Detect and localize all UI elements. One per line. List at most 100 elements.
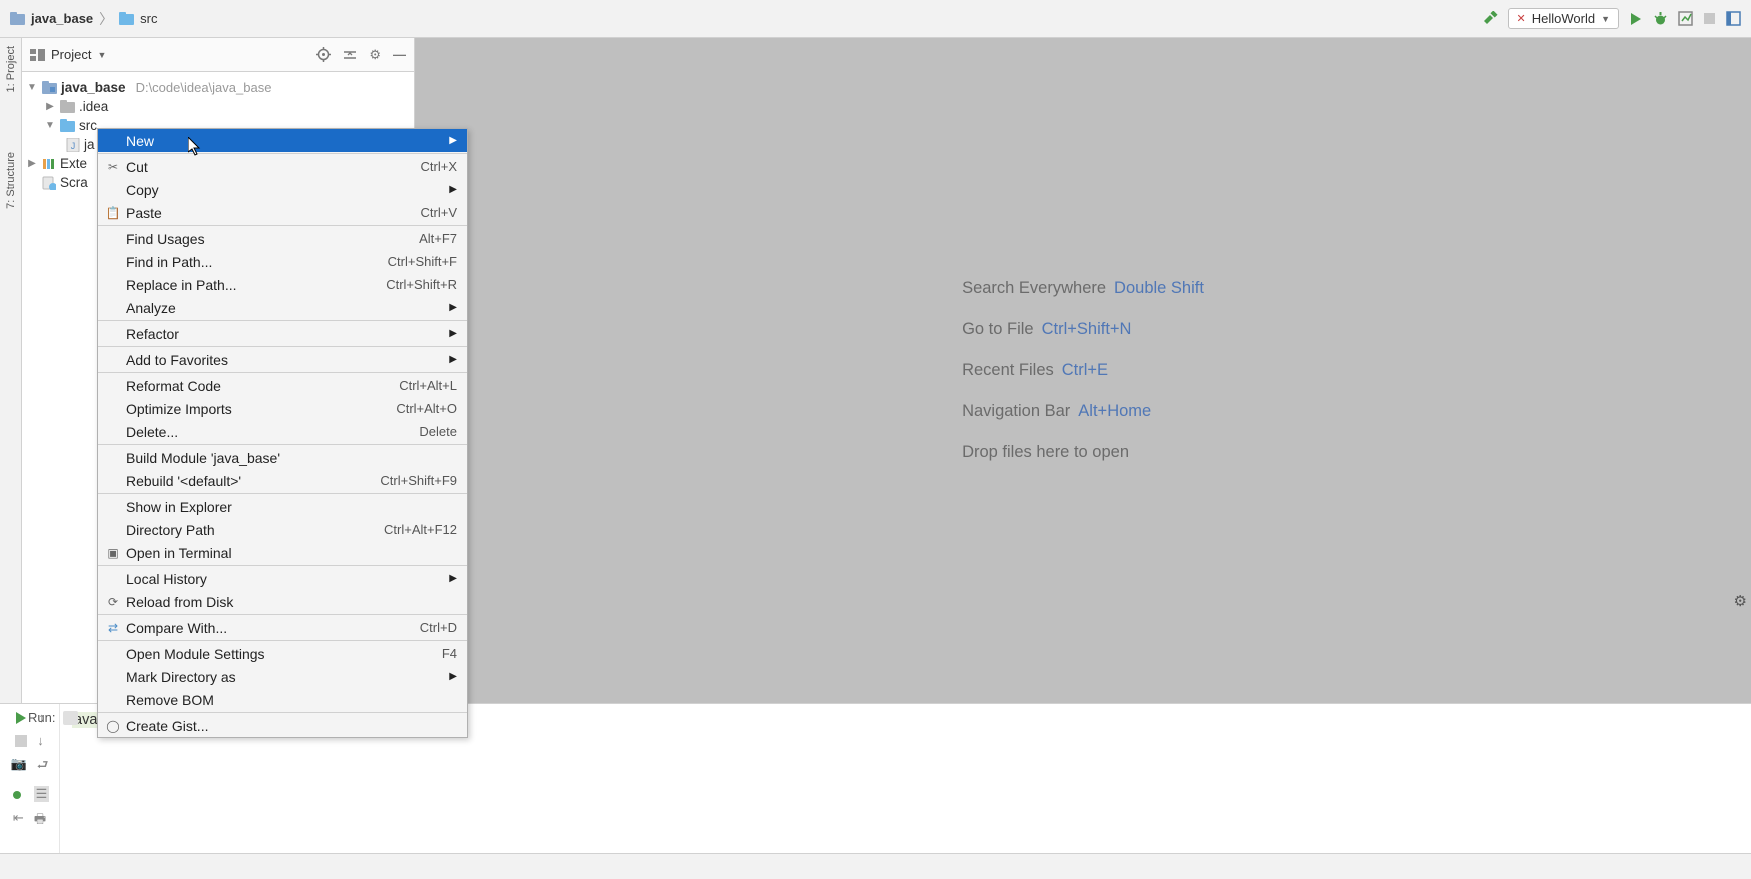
menu-label: Optimize Imports	[126, 401, 396, 417]
menu-label: Delete...	[126, 424, 419, 440]
menu-refactor[interactable]: Refactor▶	[98, 322, 467, 345]
menu-label: Directory Path	[126, 522, 384, 538]
run-tool-label: Run:	[28, 710, 55, 725]
chevron-right-icon: ▶	[449, 135, 457, 146]
collapse-icon[interactable]	[343, 47, 357, 63]
menu-reload-disk[interactable]: ⟳Reload from Disk	[98, 590, 467, 613]
tree-idea-folder[interactable]: ▶ .idea	[26, 97, 410, 116]
menu-find-in-path[interactable]: Find in Path...Ctrl+Shift+F	[98, 250, 467, 273]
chevron-right-icon: ▶	[26, 158, 38, 169]
menu-new[interactable]: New ▶	[98, 129, 467, 152]
breadcrumb-root[interactable]: java_base	[31, 11, 93, 26]
structure-tab[interactable]: 7: Structure	[5, 152, 17, 209]
menu-shortcut: Ctrl+Alt+O	[396, 401, 457, 416]
tree-label: src	[79, 118, 97, 133]
menu-shortcut: Ctrl+Shift+F9	[380, 473, 457, 488]
tip-label: Recent Files	[962, 361, 1054, 380]
menu-reformat[interactable]: Reformat CodeCtrl+Alt+L	[98, 374, 467, 397]
menu-separator	[98, 493, 467, 494]
chevron-right-icon: ▶	[449, 184, 457, 195]
run-tool-header[interactable]: Run:	[28, 710, 78, 725]
menu-optimize-imports[interactable]: Optimize ImportsCtrl+Alt+O	[98, 397, 467, 420]
close-x-icon: ✕	[1517, 12, 1526, 25]
menu-label: Paste	[126, 205, 421, 221]
print-icon[interactable]: 🖶	[34, 810, 46, 832]
project-tab[interactable]: 1: Project	[5, 46, 17, 92]
menu-add-favorites[interactable]: Add to Favorites▶	[98, 348, 467, 371]
run-config-icon	[63, 711, 78, 725]
menu-label: New	[126, 133, 441, 149]
menu-build-module[interactable]: Build Module 'java_base'	[98, 446, 467, 469]
menu-create-gist[interactable]: ◯Create Gist...	[98, 714, 467, 737]
hide-icon[interactable]: —	[393, 47, 406, 63]
down-icon[interactable]: ↓	[37, 733, 44, 748]
menu-compare-with[interactable]: ⇄ Compare With...Ctrl+D	[98, 616, 467, 639]
menu-paste[interactable]: 📋PasteCtrl+V	[98, 201, 467, 224]
project-panel-title[interactable]: Project	[51, 47, 91, 62]
menu-cut[interactable]: ✂CutCtrl+X	[98, 155, 467, 178]
menu-find-usages[interactable]: Find UsagesAlt+F7	[98, 227, 467, 250]
hammer-icon[interactable]	[1482, 11, 1498, 27]
menu-separator	[98, 614, 467, 615]
menu-label: Replace in Path...	[126, 277, 386, 293]
menu-label: Add to Favorites	[126, 352, 441, 368]
menu-label: Compare With...	[126, 620, 420, 636]
libraries-icon	[42, 157, 56, 171]
menu-open-terminal[interactable]: ▣Open in Terminal	[98, 541, 467, 564]
menu-local-history[interactable]: Local History▶	[98, 567, 467, 590]
java-file-icon: J	[66, 138, 80, 152]
debug-icon[interactable]	[1653, 11, 1668, 26]
stop-icon[interactable]	[15, 733, 27, 748]
folder-icon	[119, 12, 134, 25]
camera-icon[interactable]: 📷	[11, 756, 27, 778]
breadcrumb-child[interactable]: src	[140, 11, 157, 26]
coverage-icon[interactable]	[1678, 11, 1693, 26]
run-icon[interactable]	[1629, 12, 1643, 26]
editor-empty-area[interactable]: Search EverywhereDouble Shift Go to File…	[415, 38, 1751, 703]
menu-rebuild[interactable]: Rebuild '<default>'Ctrl+Shift+F9	[98, 469, 467, 492]
wrap-icon[interactable]: ⮐	[37, 756, 49, 778]
menu-mark-directory[interactable]: Mark Directory as▶	[98, 665, 467, 688]
breadcrumb[interactable]: java_base 〉 src	[10, 9, 158, 29]
toolbar-right: ✕ HelloWorld ▼	[1482, 8, 1741, 29]
menu-label: Analyze	[126, 300, 441, 316]
project-view-icon	[30, 48, 45, 62]
gear-icon[interactable]: ⚙	[1734, 592, 1747, 610]
locate-icon[interactable]	[316, 47, 331, 63]
rerun-icon[interactable]	[14, 710, 28, 725]
status-bar	[0, 853, 1751, 879]
exit-icon[interactable]: ⇤	[13, 810, 24, 832]
debug-icon[interactable]	[10, 786, 24, 802]
layout-icon[interactable]	[1726, 11, 1741, 26]
menu-directory-path[interactable]: Directory PathCtrl+Alt+F12	[98, 518, 467, 541]
compare-icon: ⇄	[104, 621, 122, 635]
menu-remove-bom[interactable]: Remove BOM	[98, 688, 467, 711]
menu-show-explorer[interactable]: Show in Explorer	[98, 495, 467, 518]
menu-shortcut: Ctrl+D	[420, 620, 457, 635]
stop-icon[interactable]	[1703, 12, 1716, 25]
menu-shortcut: Ctrl+X	[421, 159, 457, 174]
scroll-icon[interactable]: ☰	[34, 786, 50, 802]
cut-icon: ✂	[104, 160, 122, 174]
menu-label: Remove BOM	[126, 692, 457, 708]
menu-delete[interactable]: Delete...Delete	[98, 420, 467, 443]
menu-separator	[98, 712, 467, 713]
menu-separator	[98, 640, 467, 641]
menu-shortcut: Ctrl+Shift+R	[386, 277, 457, 292]
tip-label: Drop files here to open	[962, 443, 1129, 462]
menu-analyze[interactable]: Analyze▶	[98, 296, 467, 319]
menu-replace-in-path[interactable]: Replace in Path...Ctrl+Shift+R	[98, 273, 467, 296]
tree-root-module[interactable]: ▼ java_base D:\code\idea\java_base	[26, 78, 410, 97]
menu-open-module-settings[interactable]: Open Module SettingsF4	[98, 642, 467, 665]
gear-icon[interactable]: ⚙	[369, 47, 381, 63]
chevron-down-icon[interactable]: ▼	[97, 50, 106, 60]
tree-label: .idea	[79, 99, 108, 114]
svg-text:J: J	[71, 141, 76, 151]
tip-shortcut: Ctrl+E	[1062, 361, 1108, 380]
menu-separator	[98, 372, 467, 373]
menu-shortcut: Ctrl+Alt+L	[399, 378, 457, 393]
chevron-right-icon: ▶	[44, 101, 56, 112]
menu-shortcut: Alt+F7	[419, 231, 457, 246]
run-config-selector[interactable]: ✕ HelloWorld ▼	[1508, 8, 1619, 29]
menu-copy[interactable]: Copy▶	[98, 178, 467, 201]
